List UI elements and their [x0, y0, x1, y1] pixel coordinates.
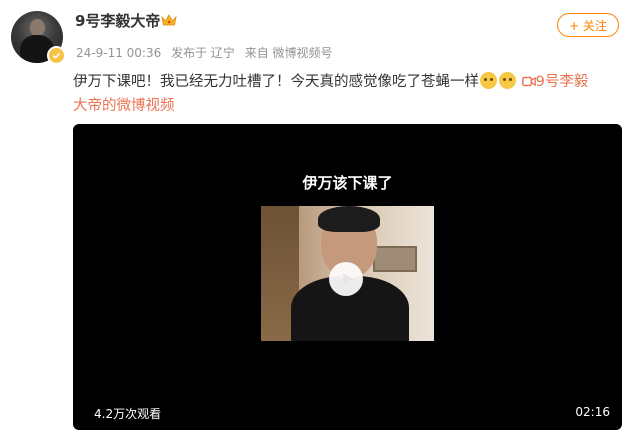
video-camera-icon [521, 76, 536, 87]
thumbnail-hair [318, 206, 380, 232]
post-timestamp[interactable]: 24-9-11 00:36 [76, 46, 161, 60]
avatar-head [30, 19, 45, 36]
crying-face-icon [499, 72, 516, 89]
weibo-post: 9号李毅大帝 24-9-11 00:36 发布于 辽宁 来自 微博视频号 + 关… [0, 0, 640, 436]
post-location: 发布于 辽宁 [171, 46, 235, 60]
crown-icon [161, 14, 177, 26]
post-text-block: 伊万下课吧！我已经无力吐槽了！今天真的感觉像吃了苍蝇一样 9号李毅大帝的微博视频 [73, 70, 633, 118]
video-link-line2[interactable]: 大帝的微博视频 [73, 98, 175, 114]
video-duration: 02:16 [575, 405, 610, 419]
post-meta: 24-9-11 00:36 发布于 辽宁 来自 微博视频号 [76, 44, 339, 61]
follow-button[interactable]: + 关注 [557, 13, 619, 37]
post-text: 伊万下课吧！我已经无力吐槽了！今天真的感觉像吃了苍蝇一样 [73, 74, 479, 90]
crying-face-icon [480, 72, 497, 89]
video-caption: 伊万该下课了 [302, 174, 393, 192]
video-link-line1[interactable]: 9号李毅 [536, 74, 589, 90]
post-source[interactable]: 来自 微博视频号 [245, 46, 333, 60]
video-player[interactable]: 伊万该下课了 4.2万次观看 02:16 [73, 124, 622, 430]
verified-check-icon [47, 46, 66, 65]
username[interactable]: 9号李毅大帝 [75, 10, 160, 31]
play-button[interactable] [329, 262, 363, 296]
view-count: 4.2万次观看 [94, 407, 162, 421]
thumbnail-wall-picture [373, 246, 417, 272]
play-icon [342, 273, 354, 285]
